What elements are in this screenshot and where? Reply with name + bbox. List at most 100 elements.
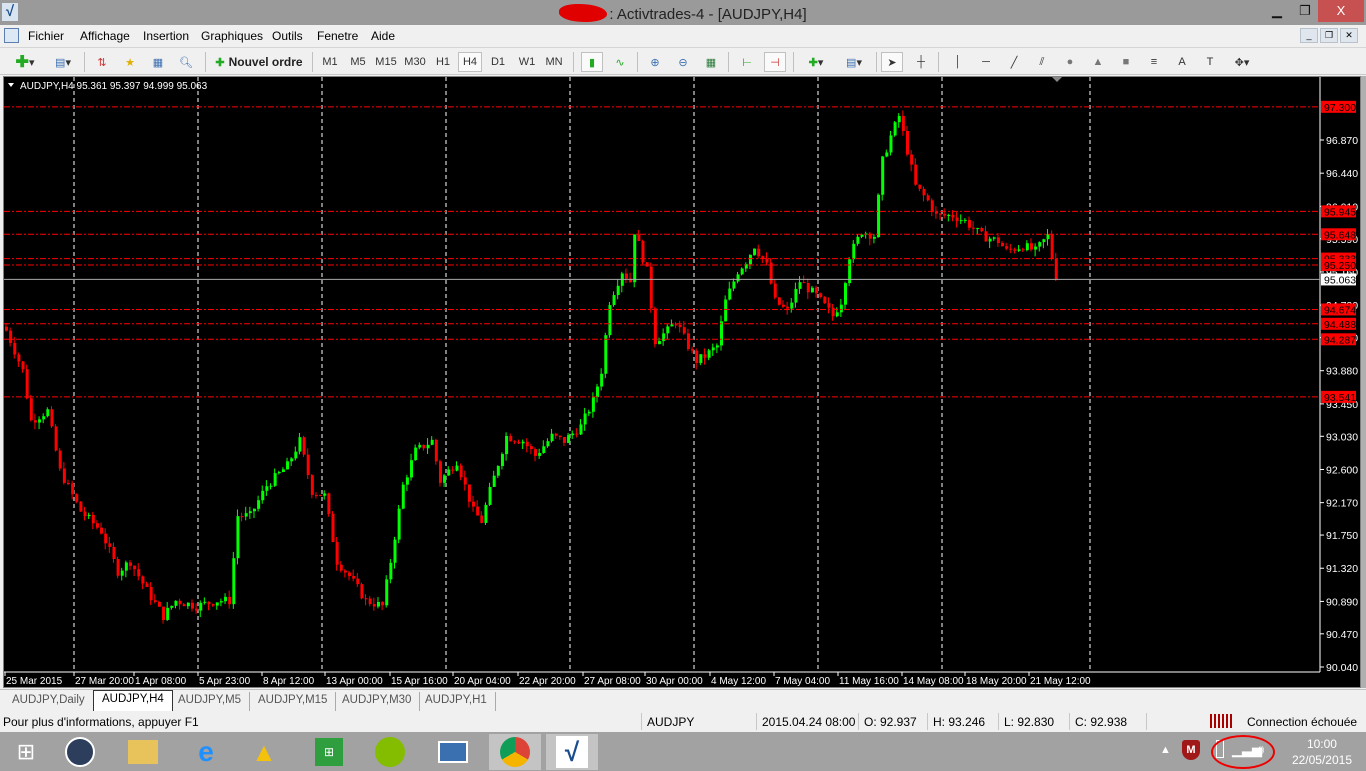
zoom-in-icon[interactable]: ⊕ <box>644 52 666 72</box>
periodicity-button[interactable]: ▤ ▾ <box>838 52 870 72</box>
mdi-restore-button[interactable]: ❐ <box>1320 28 1338 43</box>
tab-audjpy-m15[interactable]: AUDJPY,M15 <box>250 692 337 711</box>
price-tick-label: 93.030 <box>1326 431 1358 443</box>
timeframe-w1[interactable]: W1 <box>514 52 540 72</box>
candle-body <box>79 501 83 512</box>
candle-body <box>376 602 380 607</box>
taskbar-store-icon[interactable]: ⊞ <box>303 734 355 770</box>
strategy-tester-icon[interactable]: 🔍︎ <box>176 52 196 72</box>
new-order-button[interactable]: ✚ Nouvel ordre <box>212 52 306 72</box>
candle-body <box>686 333 690 350</box>
candle-body <box>232 558 236 605</box>
crosshair-icon[interactable]: ┼ <box>910 52 932 72</box>
document-icon[interactable] <box>4 28 19 43</box>
mdi-minimize-button[interactable]: _ <box>1300 28 1318 43</box>
profiles-button[interactable]: ▤ ▾ <box>46 52 80 72</box>
text-label-icon[interactable]: T <box>1199 52 1221 72</box>
candle-body <box>500 454 504 467</box>
taskbar-file-explorer-icon[interactable] <box>117 734 169 770</box>
taskbar-apps-icon[interactable] <box>54 734 106 770</box>
menu-aide[interactable]: Aide <box>371 29 395 43</box>
market-watch-icon[interactable]: ⇅ <box>92 52 112 72</box>
candle-body <box>1038 242 1042 247</box>
timeframe-m5[interactable]: M5 <box>346 52 370 72</box>
status-connection[interactable]: Connection échouée <box>1247 715 1357 729</box>
tab-audjpy-m30[interactable]: AUDJPY,M30 <box>334 692 421 711</box>
auto-scroll-icon[interactable]: ⊢ <box>736 52 758 72</box>
chart-window[interactable]: 90.040 90.470 90.890 91.320 91.750 92.170 92.6… <box>3 76 1361 688</box>
candle-body <box>810 287 814 293</box>
candle-body <box>42 416 46 420</box>
mcafee-icon[interactable]: M <box>1182 740 1200 760</box>
new-chart-button[interactable]: ✚ ▾ <box>8 52 42 72</box>
price-chart[interactable]: 90.040 90.470 90.890 91.320 91.750 92.170 92.6… <box>4 77 1362 689</box>
zoom-out-icon[interactable]: ⊖ <box>672 52 694 72</box>
timeframe-h1[interactable]: H1 <box>431 52 455 72</box>
clock[interactable]: 10:00 22/05/2015 <box>1292 736 1352 768</box>
menu-graphiques[interactable]: Graphiques <box>201 29 263 43</box>
navigator-icon[interactable]: ★ <box>120 52 140 72</box>
fibonacci-icon[interactable]: ≡ <box>1143 52 1165 72</box>
taskbar-remote-desktop-icon[interactable] <box>427 734 479 770</box>
candle-body <box>567 435 571 443</box>
taskbar-google-drive-icon[interactable]: ▲ <box>238 734 290 770</box>
menu-outils[interactable]: Outils <box>272 29 303 43</box>
candle-body <box>124 562 128 571</box>
toolbar: ✚ ▾ ▤ ▾ ⇅ ★ ▦ 🔍︎ ✚ Nouvel ordre M1 M5 M15 M… <box>0 47 1366 75</box>
time-tick-label: 18 May 20:00 <box>966 676 1027 687</box>
arrows-icon[interactable]: ✥▾ <box>1227 52 1257 72</box>
line-chart-icon[interactable]: ∿ <box>609 52 631 72</box>
timeframe-d1[interactable]: D1 <box>486 52 510 72</box>
candle-body <box>5 326 8 331</box>
terminal-icon[interactable]: ▦ <box>148 52 168 72</box>
taskbar-internet-explorer-icon[interactable]: e <box>180 734 232 770</box>
timeframe-m15[interactable]: M15 <box>373 52 399 72</box>
text-icon[interactable]: A <box>1171 52 1193 72</box>
mdi-close-button[interactable]: ✕ <box>1340 28 1358 43</box>
triangle-icon[interactable]: ▲ <box>1087 52 1109 72</box>
chart-shift-icon[interactable]: ⊣ <box>764 52 786 72</box>
trendline-icon[interactable]: ╱ <box>1003 52 1025 72</box>
scrollbar[interactable] <box>1361 76 1366 688</box>
candle-body <box>91 514 95 524</box>
timeframe-m1[interactable]: M1 <box>318 52 342 72</box>
candle-body <box>418 444 422 448</box>
menu-insertion[interactable]: Insertion <box>143 29 189 43</box>
ellipse-icon[interactable]: ● <box>1059 52 1081 72</box>
rectangle-icon[interactable]: ■ <box>1115 52 1137 72</box>
close-button[interactable]: X <box>1318 0 1364 22</box>
timeframe-m30[interactable]: M30 <box>402 52 428 72</box>
timeframe-mn[interactable]: MN <box>542 52 566 72</box>
taskbar-metatrader-icon[interactable]: √ <box>546 734 598 770</box>
candle-body <box>839 304 843 313</box>
menu-fenetre[interactable]: Fenetre <box>317 29 358 43</box>
tray-expand-icon[interactable]: ▲ <box>1160 744 1171 756</box>
candle-body <box>554 433 558 436</box>
horizontal-line-icon[interactable]: ─ <box>975 52 997 72</box>
restore-button[interactable]: ❐ <box>1290 0 1320 22</box>
candle-body <box>843 283 847 305</box>
timeframe-h4[interactable]: H4 <box>458 52 482 72</box>
start-button[interactable]: ⊞ <box>0 734 52 770</box>
tab-audjpy-h1[interactable]: AUDJPY,H1 <box>417 692 496 711</box>
tab-audjpy-h4[interactable]: AUDJPY,H4 <box>93 690 173 711</box>
taskbar-spotify-icon[interactable] <box>364 734 416 770</box>
tile-windows-icon[interactable]: ▦ <box>700 52 722 72</box>
cursor-icon[interactable]: ➤ <box>881 52 903 72</box>
menu-fichier[interactable]: Fichier <box>28 29 64 43</box>
taskbar-chrome-icon[interactable] <box>489 734 541 770</box>
candle-body <box>972 227 976 229</box>
tab-audjpy-daily[interactable]: AUDJPY,Daily <box>4 692 94 711</box>
indicators-button[interactable]: ✚ ▾ <box>800 52 832 72</box>
vertical-line-icon[interactable]: │ <box>947 52 969 72</box>
candle-body <box>513 441 517 443</box>
candlesticks-icon[interactable]: ▮ <box>581 52 603 72</box>
candle-body <box>100 527 104 534</box>
minimize-button[interactable]: ▁ <box>1262 0 1292 22</box>
candle-body <box>1013 249 1017 251</box>
candle-body <box>794 288 798 303</box>
equidistant-channel-icon[interactable]: ⫽ <box>1031 52 1053 72</box>
menu-affichage[interactable]: Affichage <box>80 29 130 43</box>
candle-body <box>1046 234 1050 240</box>
tab-audjpy-m5[interactable]: AUDJPY,M5 <box>170 692 251 711</box>
